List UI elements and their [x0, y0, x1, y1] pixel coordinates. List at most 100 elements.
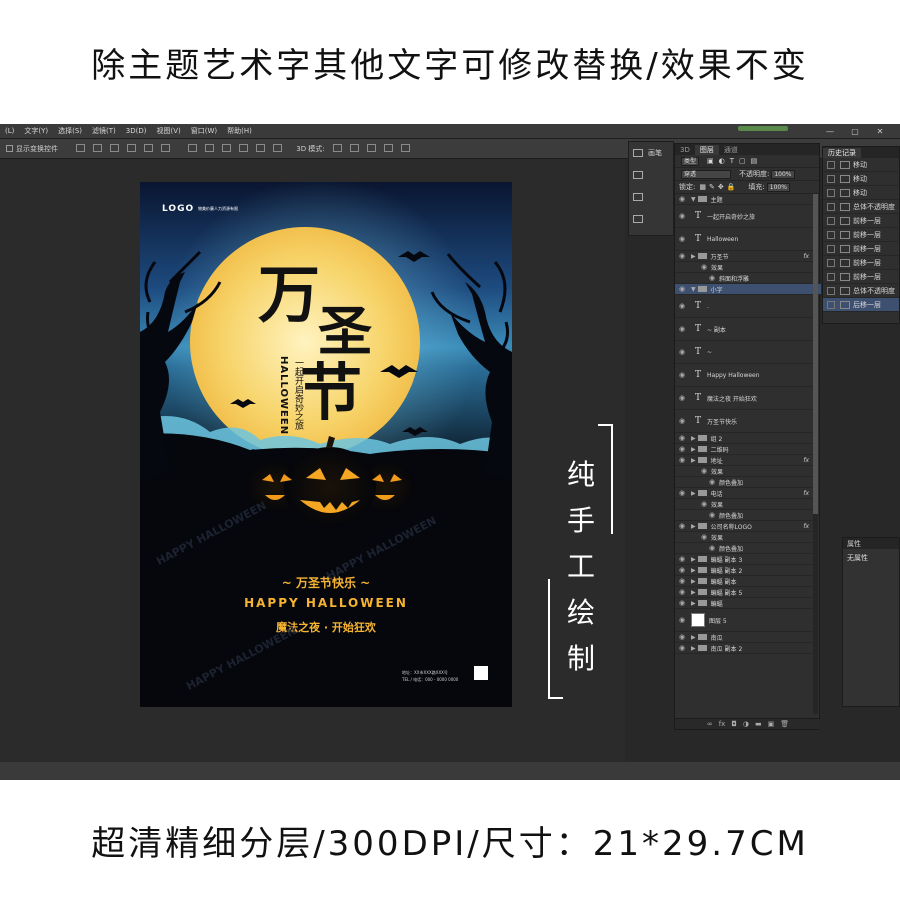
history-snapshot-box[interactable] [827, 300, 835, 309]
close-icon[interactable]: ✕ [870, 124, 890, 139]
tab-history[interactable]: 历史记录 [823, 147, 861, 158]
align-bottom-icon[interactable] [110, 143, 119, 152]
visibility-eye-icon[interactable]: ◉ [675, 348, 689, 356]
3d-scale-icon[interactable] [400, 143, 410, 152]
layer-row[interactable]: ◉ ▶ 蝙蝠 副本 5 [675, 587, 821, 598]
visibility-eye-icon[interactable]: ◉ [705, 478, 719, 486]
show-transform-checkbox[interactable] [6, 145, 13, 152]
layers-scroll-thumb[interactable] [813, 194, 818, 514]
layers-footer-icon[interactable]: ◘ [731, 720, 737, 728]
expand-toggle-icon[interactable]: ▼ [691, 196, 696, 203]
visibility-eye-icon[interactable]: ◉ [705, 544, 719, 552]
layer-row[interactable]: ◉ ▶ 蝙蝠 副本 3 [675, 554, 821, 565]
layer-row[interactable]: ◉ ▶ 电话 fx [675, 488, 821, 499]
layer-row[interactable]: ◉ 颜色叠加 [675, 477, 821, 488]
3d-roll-icon[interactable] [349, 143, 359, 152]
visibility-eye-icon[interactable]: ◉ [675, 644, 689, 652]
opacity-input[interactable]: 100% [771, 169, 795, 179]
layer-row[interactable]: ◉ ▶ 南瓜 [675, 632, 821, 643]
layer-row[interactable]: ◉ T 一起开启奇妙之旅 [675, 205, 821, 228]
expand-toggle-icon[interactable]: ▶ [691, 645, 696, 652]
history-snapshot-box[interactable] [827, 244, 835, 253]
layers-scrollbar[interactable] [813, 194, 818, 714]
align-middle-icon[interactable] [93, 143, 102, 152]
expand-toggle-icon[interactable]: ▶ [691, 253, 696, 260]
expand-toggle-icon[interactable]: ▶ [691, 435, 696, 442]
menu-item-select[interactable]: 选择(S) [58, 126, 82, 136]
3d-pan-icon[interactable] [366, 143, 376, 152]
menu-item-layer[interactable]: (L) [5, 127, 14, 135]
menu-item-view[interactable]: 视图(V) [156, 126, 180, 136]
layer-row[interactable]: ◉ T 魔法之夜 开始狂欢 [675, 387, 821, 410]
history-snapshot-box[interactable] [827, 188, 835, 197]
layer-row[interactable]: ◉ T. [675, 295, 821, 318]
layers-footer-icon[interactable]: fx [719, 720, 726, 728]
history-row[interactable]: 移动 [823, 172, 899, 186]
history-row[interactable]: 前移一层 [823, 270, 899, 284]
visibility-eye-icon[interactable]: ◉ [675, 394, 689, 402]
history-snapshot-box[interactable] [827, 272, 835, 281]
expand-toggle-icon[interactable]: ▶ [691, 556, 696, 563]
visibility-eye-icon[interactable]: ◉ [675, 566, 689, 574]
visibility-eye-icon[interactable]: ◉ [675, 212, 689, 220]
history-snapshot-box[interactable] [827, 174, 835, 183]
distribute-top-icon[interactable] [188, 143, 198, 152]
expand-toggle-icon[interactable]: ▶ [691, 523, 696, 530]
layers-footer-icon[interactable]: 🗑 [780, 720, 789, 728]
layer-row[interactable]: ◉ 斜面和浮雕 [675, 273, 821, 284]
layer-row[interactable]: ◉ ▶ 组 2 [675, 433, 821, 444]
expand-toggle-icon[interactable]: ▶ [691, 446, 696, 453]
layer-fx-badge[interactable]: fx [803, 490, 809, 497]
visibility-eye-icon[interactable]: ◉ [675, 577, 689, 585]
expand-toggle-icon[interactable]: ▶ [691, 567, 696, 574]
layer-row[interactable]: ◉ T Happy Halloween [675, 364, 821, 387]
history-snapshot-box[interactable] [827, 160, 835, 169]
history-snapshot-box[interactable] [827, 230, 835, 239]
history-snapshot-box[interactable] [827, 286, 835, 295]
tab-layers[interactable]: 图层 [694, 144, 719, 155]
expand-toggle-icon[interactable]: ▶ [691, 578, 696, 585]
history-row[interactable]: 移动 [823, 186, 899, 200]
layer-row[interactable]: ◉ ▶ 万圣节 fx [675, 251, 821, 262]
align-right-icon[interactable] [161, 143, 170, 152]
visibility-eye-icon[interactable]: ◉ [675, 302, 689, 310]
3d-rotate-icon[interactable] [332, 143, 342, 152]
layer-row[interactable]: ◉ T Halloween [675, 228, 821, 251]
visibility-eye-icon[interactable]: ◉ [675, 616, 689, 624]
align-left-icon[interactable] [127, 143, 136, 152]
visibility-eye-icon[interactable]: ◉ [675, 489, 689, 497]
layer-fx-badge[interactable]: fx [803, 253, 809, 260]
visibility-eye-icon[interactable]: ◉ [675, 456, 689, 464]
tab-channels[interactable]: 通道 [719, 145, 743, 155]
layers-footer-icon[interactable]: ◑ [743, 720, 749, 728]
history-snapshot-box[interactable] [827, 258, 835, 267]
visibility-eye-icon[interactable]: ◉ [675, 588, 689, 596]
history-snapshot-box[interactable] [827, 202, 835, 211]
visibility-eye-icon[interactable]: ◉ [697, 533, 711, 541]
distribute-bottom-icon[interactable] [222, 143, 232, 152]
blend-mode-select[interactable]: 穿透 [681, 169, 731, 179]
visibility-eye-icon[interactable]: ◉ [697, 500, 711, 508]
layer-row[interactable]: ◉ ▼ 小字 [675, 284, 821, 295]
layer-row[interactable]: ◉ T ~ 副本 [675, 318, 821, 341]
menu-item-type[interactable]: 文字(Y) [24, 126, 48, 136]
visibility-eye-icon[interactable]: ◉ [675, 285, 689, 293]
layer-fx-badge[interactable]: fx [803, 523, 809, 530]
layer-row[interactable]: ◉ ▼ 主题 [675, 194, 821, 205]
visibility-eye-icon[interactable]: ◉ [675, 235, 689, 243]
menu-item-help[interactable]: 帮助(H) [227, 126, 252, 136]
expand-toggle-icon[interactable]: ▶ [691, 457, 696, 464]
history-row[interactable]: 后移一层 [823, 298, 899, 312]
visibility-eye-icon[interactable]: ◉ [675, 371, 689, 379]
menu-item-filter[interactable]: 滤镜(T) [92, 126, 116, 136]
layer-row[interactable]: ◉ T ~ [675, 341, 821, 364]
layer-row[interactable]: ◉ ▶ 南瓜 副本 2 [675, 643, 821, 654]
visibility-eye-icon[interactable]: ◉ [697, 263, 711, 271]
layer-row[interactable]: ◉ ▶ 蝙蝠 副本 2 [675, 565, 821, 576]
lock-icons[interactable]: ▦✎✥🔒 [699, 183, 738, 191]
history-row[interactable]: 总体不透明度 [823, 284, 899, 298]
layer-row[interactable]: ◉ 效果 [675, 466, 821, 477]
expand-toggle-icon[interactable]: ▶ [691, 600, 696, 607]
layer-row[interactable]: ◉ 效果 [675, 499, 821, 510]
3d-slide-icon[interactable] [383, 143, 393, 152]
